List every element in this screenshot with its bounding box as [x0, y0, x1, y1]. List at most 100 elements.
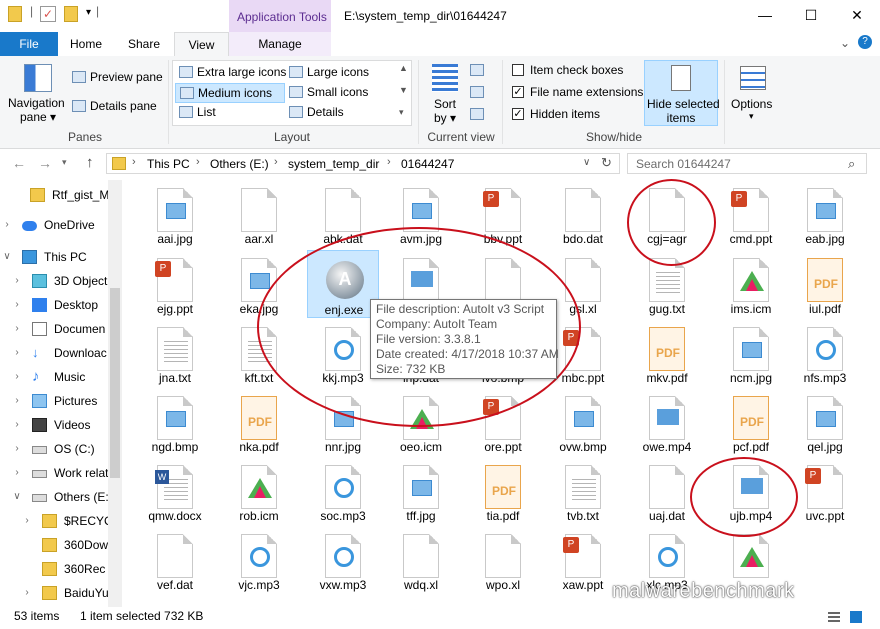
layout-details[interactable]: Details: [285, 103, 344, 121]
nav-item-work-relat[interactable]: › Work relat: [0, 462, 108, 484]
hide-selected-items-button[interactable]: Hide selected items: [644, 60, 720, 126]
layout-small-icons[interactable]: Small icons: [285, 83, 368, 101]
address-dropdown-icon[interactable]: ∨: [583, 157, 590, 168]
file-item-nka-pdf[interactable]: PDF nka.pdf: [223, 388, 295, 456]
up-arrow-icon[interactable]: ↑: [86, 154, 94, 171]
nav-item-os-c[interactable]: › OS (C:): [0, 438, 108, 460]
file-item-xaw-ppt[interactable]: Pxaw.ppt: [547, 526, 619, 594]
maximize-button[interactable]: ☐: [788, 0, 834, 30]
size-columns-icon[interactable]: [470, 108, 484, 120]
file-item-ncm-jpg[interactable]: ncm.jpg: [715, 319, 787, 387]
nav-item-onedrive[interactable]: › OneDrive: [0, 214, 108, 236]
file-item-soc-mp3[interactable]: soc.mp3: [307, 457, 379, 525]
back-arrow-icon[interactable]: ←: [12, 155, 26, 171]
nav-item-others-e[interactable]: ∨ Others (E:: [0, 486, 108, 508]
chevron-right-icon[interactable]: ›: [12, 414, 22, 436]
file-item-tvb-txt[interactable]: tvb.txt: [547, 457, 619, 525]
layout-extra-large-icons[interactable]: Extra large icons: [175, 63, 286, 81]
file-item-tff-jpg[interactable]: tff.jpg: [385, 457, 457, 525]
nav-item-documen[interactable]: › Documen: [0, 318, 108, 340]
minimize-button[interactable]: —: [742, 0, 788, 30]
chevron-right-icon[interactable]: ›: [12, 390, 22, 412]
layout-large-icons[interactable]: Large icons: [285, 63, 369, 81]
file-item-iul-pdf[interactable]: PDF iul.pdf: [789, 250, 861, 318]
file-item-vjc-mp3[interactable]: vjc.mp3: [223, 526, 295, 594]
folder-icon[interactable]: [8, 6, 22, 22]
nav-item-360rec[interactable]: 360Rec: [0, 558, 108, 580]
breadcrumb-others-e[interactable]: Others (E:): [210, 157, 269, 171]
hidden-items-checkbox[interactable]: ✓: [512, 108, 524, 120]
file-item-vef-dat[interactable]: vef.dat: [139, 526, 211, 594]
chevron-right-icon[interactable]: ›: [22, 582, 32, 604]
forward-arrow-icon[interactable]: →: [38, 155, 52, 171]
group-by-icon[interactable]: [470, 64, 484, 76]
nav-item-videos[interactable]: › Videos: [0, 414, 108, 436]
refresh-icon[interactable]: ↻: [601, 155, 612, 171]
customize-toolbar-icon[interactable]: ▾: [86, 7, 91, 18]
file-item-jna-txt[interactable]: jna.txt: [139, 319, 211, 387]
large-icons-view-icon[interactable]: [850, 611, 862, 623]
tab-share[interactable]: Share: [116, 32, 172, 56]
add-columns-icon[interactable]: [470, 86, 484, 98]
file-item-rob-icm[interactable]: rob.icm: [223, 457, 295, 525]
nav-item-this-pc[interactable]: ∨ This PC: [0, 246, 108, 268]
chevron-right-icon[interactable]: ›: [12, 438, 22, 460]
navigation-pane-button-line2[interactable]: pane ▾: [20, 110, 56, 124]
file-item-wpo-xl[interactable]: wpo.xl: [467, 526, 539, 594]
file-item-nfs-mp3[interactable]: nfs.mp3: [789, 319, 861, 387]
nav-item-pictures[interactable]: › Pictures: [0, 390, 108, 412]
file-item-uvc-ppt[interactable]: Puvc.ppt: [789, 457, 861, 525]
chevron-right-icon[interactable]: ›: [12, 462, 22, 484]
layout-list[interactable]: List: [175, 103, 216, 121]
chevron-down-icon[interactable]: ∨: [12, 486, 22, 508]
tab-home[interactable]: Home: [58, 32, 114, 56]
nav-item-desktop[interactable]: › Desktop: [0, 294, 108, 316]
collapse-ribbon-icon[interactable]: ⌄: [840, 36, 850, 50]
help-icon[interactable]: ?: [858, 35, 872, 49]
gallery-scroll-down-icon[interactable]: ▼: [399, 85, 408, 95]
chevron-down-icon[interactable]: ∨: [2, 246, 12, 268]
file-item-eab-jpg[interactable]: eab.jpg: [789, 180, 861, 248]
file-item-mkv-pdf[interactable]: PDF mkv.pdf: [631, 319, 703, 387]
file-item-ovw-bmp[interactable]: ovw.bmp: [547, 388, 619, 456]
nav-item--recyci[interactable]: › $RECYCI: [0, 510, 116, 532]
file-item-tia-pdf[interactable]: PDF tia.pdf: [467, 457, 539, 525]
nav-item-360dowr[interactable]: 360Dowr: [0, 534, 112, 556]
nav-item-downloac[interactable]: › ↓ Downloac: [0, 342, 108, 364]
file-item-wdq-xl[interactable]: wdq.xl: [385, 526, 457, 594]
nav-item-music[interactable]: › ♪ Music: [0, 366, 108, 388]
file-item-pcf-pdf[interactable]: PDF pcf.pdf: [715, 388, 787, 456]
file-name-extensions-checkbox[interactable]: ✓: [512, 86, 524, 98]
nav-item-3d-object[interactable]: › 3D Object: [0, 270, 108, 292]
chevron-right-icon[interactable]: ›: [22, 510, 32, 532]
chevron-right-icon[interactable]: ›: [12, 366, 22, 388]
recent-locations-icon[interactable]: ▾: [62, 157, 67, 168]
gallery-scroll-up-icon[interactable]: ▲: [399, 63, 408, 73]
details-pane-button[interactable]: Details pane: [90, 99, 157, 113]
chevron-right-icon[interactable]: ›: [2, 214, 12, 236]
preview-pane-button[interactable]: Preview pane: [90, 70, 163, 84]
sort-by-button-line2[interactable]: by ▾: [434, 111, 456, 125]
address-field[interactable]: › This PC › Others (E:) › system_temp_di…: [106, 153, 620, 174]
file-item-cmd-ppt[interactable]: Pcmd.ppt: [715, 180, 787, 248]
file-item-vxw-mp3[interactable]: vxw.mp3: [307, 526, 379, 594]
file-item-bdo-dat[interactable]: bdo.dat: [547, 180, 619, 248]
tab-file[interactable]: File: [0, 32, 58, 56]
tab-view[interactable]: View: [174, 32, 229, 58]
nav-item-baiduyu[interactable]: › BaiduYu: [0, 582, 109, 604]
breadcrumb-current-folder[interactable]: 01644247: [401, 157, 454, 171]
close-button[interactable]: ✕: [834, 0, 880, 30]
nav-item-rtf-gist-m[interactable]: Rtf_gist_M: [0, 184, 109, 206]
options-button[interactable]: Options: [731, 97, 772, 111]
file-item-qel-jpg[interactable]: qel.jpg: [789, 388, 861, 456]
chevron-right-icon[interactable]: ›: [12, 294, 22, 316]
file-item-ejg-ppt[interactable]: Pejg.ppt: [139, 250, 211, 318]
chevron-right-icon[interactable]: ›: [12, 318, 22, 340]
file-item-ims-icm[interactable]: ims.icm: [715, 250, 787, 318]
item-check-boxes-checkbox[interactable]: [512, 64, 524, 76]
file-item-owe-mp4[interactable]: owe.mp4: [631, 388, 703, 456]
details-view-icon[interactable]: [828, 612, 840, 622]
gallery-expand-icon[interactable]: ▾: [399, 107, 404, 118]
search-icon[interactable]: ⌕: [848, 156, 855, 172]
breadcrumb-system-temp-dir[interactable]: system_temp_dir: [288, 157, 379, 171]
